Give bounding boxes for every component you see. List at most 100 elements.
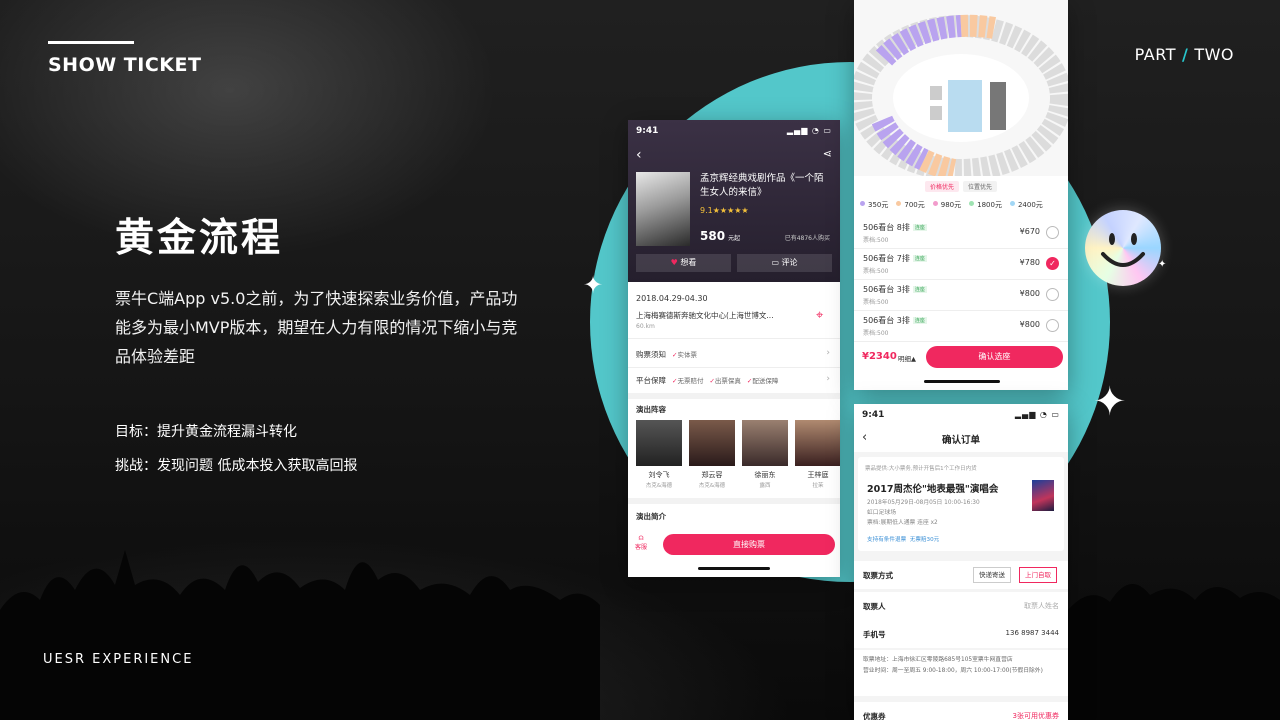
show-rating: 9.1★★★★★ [700,206,749,215]
seat-name-text: 506看台 3排 [863,316,910,325]
coupon-value: 3张可用优惠券 [1012,712,1059,720]
venue-name[interactable]: 上海梅赛德斯奔驰文化中心(上海世博文... [636,310,796,321]
seat-sub: 票档:500 [863,330,889,337]
home-indicator [924,380,1000,383]
seat-option[interactable]: 506看台 7排 连座 票档:500 ¥780 ✓ [854,249,1068,280]
actor-photo[interactable] [742,420,788,466]
confirm-seat-button[interactable]: 确认选座 [926,346,1063,368]
headset-icon: ☊ [638,535,644,542]
want-button[interactable]: ♥ 想看 [636,254,731,272]
pickup-name-input[interactable]: 取票人姓名 [1024,601,1059,611]
seat-sub: 票档:500 [863,299,889,306]
heart-icon: ♥ [670,258,678,267]
bought-count: 已有4876人购买 [784,235,830,242]
order-badges: 支持有条件退票 无票赔30元 [867,535,939,543]
seat-selection-screen: 价格优先 位置优先 350元 700元 980元 1800元 2400元 506看台 8排… [854,0,1068,390]
divider [628,338,840,339]
comment-button[interactable]: ▭ 评论 [737,254,832,272]
seat-tag: 连座 [912,255,927,262]
order-ticket-card: 票品提供:大小票务,预计开售后1个工作日内货 2017周杰伦"地表最强"演唱会 … [858,457,1064,551]
price-level-label: 2400元 [1017,201,1043,209]
platform-guarantee[interactable]: 平台保障无票赔付出票保真配送保障 [636,375,778,386]
goal-text: 目标：提升黄金流程漏斗转化 [115,424,297,440]
hours-text: 营业时间：周一至周五 9:00-18:00，周六 10:00-17:00(节假日… [863,668,1043,674]
seat-sub: 票档:500 [863,268,889,275]
back-icon[interactable]: ‹ [636,147,642,163]
want-label: 想看 [680,258,697,267]
share-icon[interactable]: ⋖ [823,147,832,160]
price-legend: 350元 700元 980元 1800元 2400元 [860,200,1068,210]
divider [628,498,840,504]
show-title: 孟京辉经典戏剧作品《一个陌生女人的来信》 [700,173,824,198]
seat-name-text: 506看台 3排 [863,285,910,294]
actor-photo[interactable] [795,420,840,466]
coupon-row[interactable]: 优惠券 3张可用优惠券 [854,702,1068,720]
delivery-label: 取票方式 [863,571,893,580]
price-value: 580 [700,229,726,243]
phone-label: 手机号 [863,630,886,639]
part-label: PART / TWO [1135,45,1234,64]
price-level[interactable]: 1800元 [969,200,1002,210]
seat-option[interactable]: 506看台 8排 连座 票档:500 ¥670 [854,218,1068,249]
seat-radio[interactable] [1046,226,1059,239]
pickup-option[interactable]: 上门自取 [1019,567,1057,583]
venue-distance: 60.km [636,323,655,330]
buy-now-button[interactable]: 直接购票 [663,534,835,555]
event-place: 虹口足球场 [867,510,896,516]
stadium-seat-map[interactable] [854,0,1068,181]
divider [628,367,840,368]
price-dot [932,201,938,206]
seat-name: 506看台 3排 连座 [863,315,927,326]
price-detail-toggle[interactable]: 明细▲ [898,353,916,363]
address-text: 取票地址：上海市徐汇区零陵路685号105室票牛网直营店 [863,657,1013,663]
express-option[interactable]: 快递寄送 [973,567,1011,583]
comment-icon: ▭ [771,258,779,267]
seat-name-text: 506看台 7排 [863,254,910,263]
home-indicator [698,567,770,570]
seat-price: ¥800 [1019,289,1040,298]
price-level[interactable]: 350元 [860,200,888,210]
seat-price: ¥670 [1019,227,1040,236]
section-heading: 黄金流程 [115,216,284,261]
price-dot [860,201,865,206]
coupon-label: 优惠券 [863,712,886,720]
actor-photo[interactable] [636,420,682,466]
check-icon[interactable]: ✓ [1046,257,1059,270]
seat-sub: 票档:500 [863,237,889,244]
seat-radio[interactable] [1046,319,1059,332]
seat-option[interactable]: 506看台 3排 连座 票档:500 ¥800 [854,311,1068,342]
notice-tag: 实体票 [672,351,697,359]
price-level[interactable]: 700元 [896,200,925,210]
refund-badge: 支持有条件退票 [867,537,907,543]
delivery-row: 取票方式 快递寄送 上门自取 [854,561,1068,589]
pickup-person-row: 取票人 取票人姓名 [854,592,1068,620]
smiley-face-icon [1085,210,1161,286]
ticket-tip: 票品提供:大小票务,预计开售后1个工作日内货 [865,466,977,472]
price-first-toggle[interactable]: 价格优先 [924,181,959,192]
price-dot [1009,201,1015,206]
seat-option[interactable]: 506看台 3排 连座 票档:500 ¥800 [854,280,1068,311]
sparkle-icon: ✦ [583,271,604,299]
service-label: 客服 [635,544,648,551]
price-level[interactable]: 2400元 [1009,200,1043,210]
price-level-label: 350元 [868,201,889,209]
event-poster [1032,480,1054,511]
customer-service-button[interactable]: ☊ 客服 [635,534,647,552]
price-level[interactable]: 980元 [932,200,961,210]
actor-photo[interactable] [689,420,735,466]
position-first-toggle[interactable]: 位置优先 [963,181,998,192]
part-slash: / [1181,45,1189,64]
price-level-label: 700元 [904,201,925,209]
guarantee-tag: 出票保真 [709,377,740,385]
status-time: 9:41 [636,126,659,136]
pickup-label: 取票人 [863,602,886,611]
actor-name: 徐丽东 [754,471,776,479]
actor-role: 拉茉 [812,483,824,489]
seat-price: ¥780 [1019,258,1040,267]
seat-radio[interactable] [1046,288,1059,301]
purchase-notice[interactable]: 购票须知实体票 [636,349,697,360]
footer-label: UESR EXPERIENCE [43,652,194,667]
seat-tag: 连座 [912,317,927,324]
phone-input[interactable]: 136 8987 3444 [1006,629,1059,637]
location-pin-icon[interactable]: ⌖ [816,308,823,323]
